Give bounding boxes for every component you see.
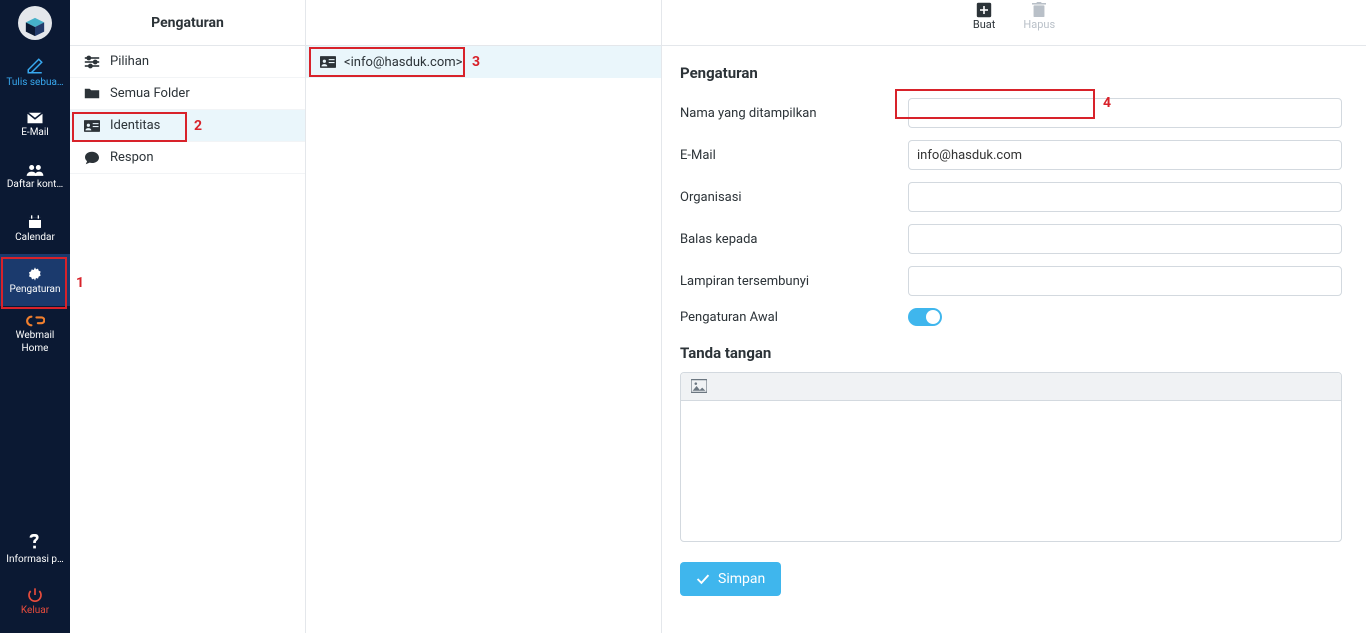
cpanel-icon	[25, 314, 45, 328]
nav-settings-label: Pengaturan	[9, 284, 60, 295]
left-nav: Tulis sebua… E-Mail Daftar kont… Calenda…	[0, 0, 70, 633]
display-name-input[interactable]	[908, 98, 1342, 128]
menu-item-pilihan[interactable]: Pilihan	[70, 46, 305, 78]
save-button[interactable]: Simpan	[680, 562, 781, 596]
menu-item-respon[interactable]: Respon	[70, 142, 305, 174]
gear-icon	[27, 266, 43, 282]
reply-label: Balas kepada	[680, 232, 908, 247]
mail-icon	[26, 111, 44, 125]
create-button-label: Buat	[973, 18, 996, 31]
check-icon	[696, 573, 710, 585]
bcc-input[interactable]	[908, 266, 1342, 296]
delete-button-label: Hapus	[1023, 18, 1055, 31]
identity-form: Pengaturan Nama yang ditampilkan E-Mail …	[662, 46, 1366, 633]
compose-icon	[26, 57, 44, 75]
brand-logo	[0, 0, 70, 46]
chat-icon	[84, 150, 100, 166]
identity-list-column: <info@hasduk.com> 3	[306, 0, 662, 633]
org-label: Organisasi	[680, 190, 908, 205]
cube-icon	[24, 16, 46, 38]
folder-icon	[84, 86, 100, 102]
identity-item[interactable]: <info@hasduk.com>	[306, 46, 661, 78]
calendar-icon	[27, 214, 43, 230]
create-button[interactable]: Buat	[973, 2, 996, 31]
menu-item-label: Semua Folder	[110, 86, 190, 101]
main-column: Buat Hapus Pengaturan Nama yang ditampil…	[662, 0, 1366, 633]
default-toggle[interactable]	[908, 308, 942, 326]
signature-toolbar	[681, 373, 1341, 401]
nav-calendar-label: Calendar	[15, 232, 55, 243]
sliders-icon	[84, 54, 100, 70]
contacts-icon	[25, 163, 45, 177]
identity-list-header	[306, 0, 661, 46]
display-name-label: Nama yang ditampilkan	[680, 106, 908, 121]
nav-webmail-home-label1: Webmail	[16, 330, 55, 341]
nav-mail[interactable]: E-Mail	[0, 98, 70, 150]
nav-webmail-home-label2: Home	[22, 343, 49, 354]
identity-item-label: <info@hasduk.com>	[344, 55, 462, 70]
bcc-label: Lampiran tersembunyi	[680, 274, 908, 289]
nav-calendar[interactable]: Calendar	[0, 202, 70, 254]
reply-input[interactable]	[908, 224, 1342, 254]
nav-webmail-home[interactable]: Webmail Home	[0, 306, 70, 362]
save-button-label: Simpan	[718, 571, 765, 587]
nav-contacts[interactable]: Daftar kont…	[0, 150, 70, 202]
nav-logout-label: Keluar	[21, 605, 49, 616]
nav-logout[interactable]: Keluar	[0, 575, 70, 627]
power-icon	[27, 587, 43, 603]
menu-item-label: Pilihan	[110, 54, 149, 69]
id-card-icon	[84, 118, 100, 134]
nav-compose-label: Tulis sebua…	[6, 77, 63, 88]
delete-button: Hapus	[1023, 2, 1055, 31]
nav-help-label: Informasi p…	[6, 554, 63, 565]
nav-mail-label: E-Mail	[21, 127, 48, 138]
nav-help[interactable]: Informasi p…	[0, 523, 70, 575]
help-icon	[29, 534, 41, 552]
default-label: Pengaturan Awal	[680, 310, 908, 325]
nav-settings[interactable]: Pengaturan	[0, 254, 70, 306]
settings-menu-column: Pengaturan Pilihan Semua Folder Identita…	[70, 0, 306, 633]
signature-editor	[680, 372, 1342, 542]
identity-toolbar: Buat Hapus	[662, 0, 1366, 46]
menu-item-identitas[interactable]: Identitas	[70, 110, 305, 142]
email-label: E-Mail	[680, 148, 908, 163]
image-icon[interactable]	[691, 379, 707, 395]
form-heading: Pengaturan	[680, 64, 1342, 82]
menu-item-label: Identitas	[110, 118, 160, 133]
nav-compose[interactable]: Tulis sebua…	[0, 46, 70, 98]
nav-contacts-label: Daftar kont…	[7, 179, 63, 190]
trash-icon	[1032, 2, 1046, 18]
plus-square-icon	[976, 2, 992, 18]
email-input[interactable]	[908, 140, 1342, 170]
signature-textarea[interactable]	[681, 401, 1341, 541]
menu-item-label: Respon	[110, 150, 154, 165]
org-input[interactable]	[908, 182, 1342, 212]
menu-item-folder[interactable]: Semua Folder	[70, 78, 305, 110]
id-card-icon	[320, 54, 336, 70]
settings-menu-title: Pengaturan	[70, 0, 305, 46]
signature-heading: Tanda tangan	[680, 344, 1342, 362]
